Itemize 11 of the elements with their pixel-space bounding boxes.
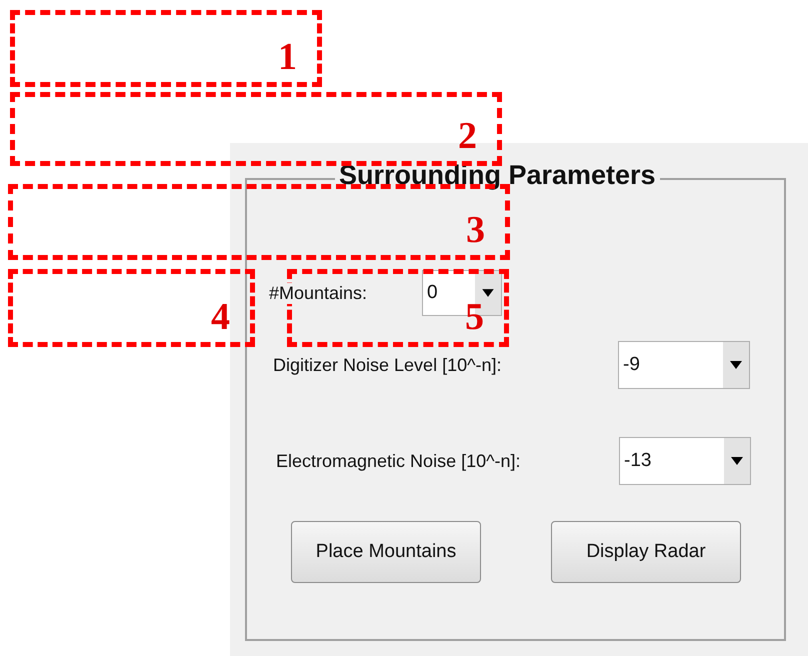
annotation-number: 2 [458, 117, 477, 155]
annotation-number: 1 [278, 38, 297, 76]
annotation-number: 4 [211, 298, 230, 336]
action-button[interactable]: Place Mountains [291, 521, 481, 583]
action-button[interactable]: Display Radar [551, 521, 741, 583]
annotation-number: 3 [466, 211, 485, 249]
dropdown[interactable]: -13 [619, 437, 751, 485]
dropdown[interactable]: -9 [618, 341, 750, 389]
field-label: Digitizer Noise Level [10^-n]: [273, 354, 502, 376]
field-label: Electromagnetic Noise [10^-n]: [276, 450, 521, 472]
field-label: #Mountains: [269, 282, 368, 304]
